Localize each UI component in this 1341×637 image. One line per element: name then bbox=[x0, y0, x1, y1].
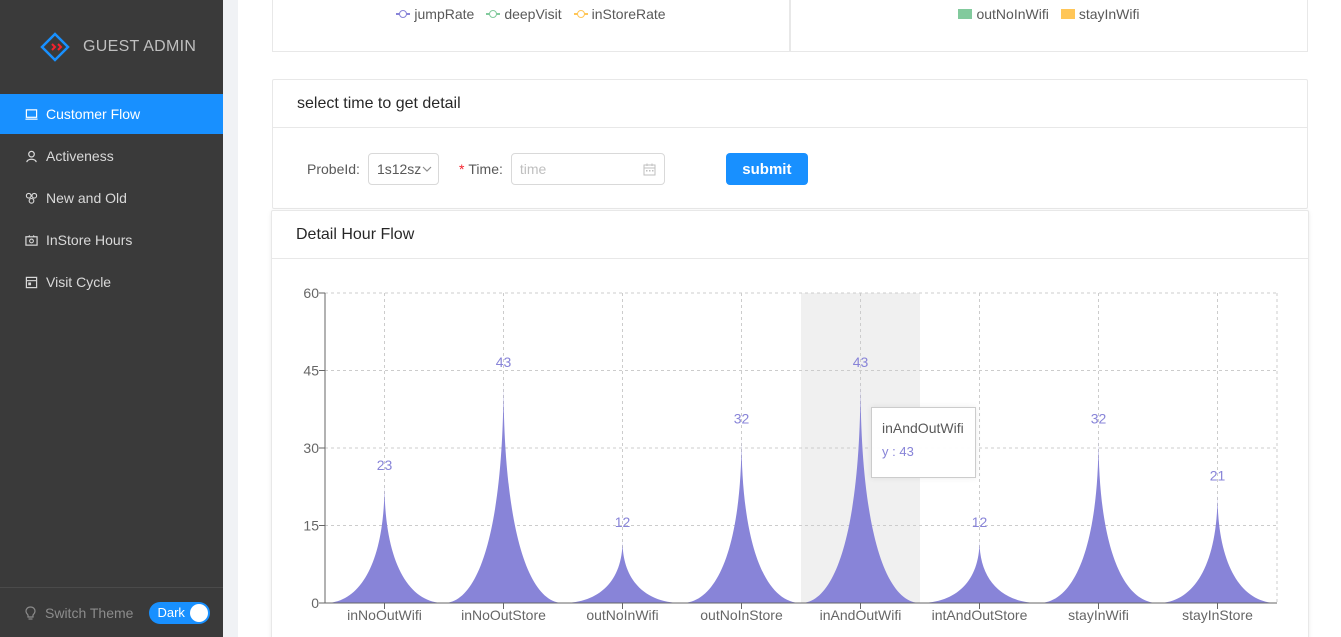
legend-label: deepVisit bbox=[504, 6, 562, 22]
logo[interactable]: GUEST ADMIN bbox=[0, 0, 223, 94]
legend-marker bbox=[573, 10, 588, 18]
sidebar-item-new-and-old[interactable]: New and Old bbox=[0, 178, 223, 218]
chevron-down-icon bbox=[422, 166, 432, 172]
logo-icon bbox=[40, 32, 70, 62]
calendar-icon bbox=[24, 275, 38, 289]
top-chart-card-right: outNoInWifi stayInWifi bbox=[790, 0, 1308, 52]
data-label: 32 bbox=[734, 411, 750, 427]
data-label: 23 bbox=[377, 457, 393, 473]
y-tick-label: 0 bbox=[311, 595, 319, 611]
sidebar-item-activeness[interactable]: Activeness bbox=[0, 136, 223, 176]
legend-item-outnoinwifi[interactable]: outNoInWifi bbox=[958, 6, 1049, 22]
user-icon bbox=[24, 149, 38, 163]
x-tick-label: inNoOutStore bbox=[461, 607, 546, 623]
x-tick-label: stayInStore bbox=[1182, 607, 1253, 623]
time-label: * Time: bbox=[458, 161, 503, 177]
x-tick-label: stayInWifi bbox=[1068, 607, 1129, 623]
chart-tooltip: inAndOutWifi y : 43 bbox=[871, 407, 976, 478]
bar-spike-outNoInWifi bbox=[563, 541, 682, 603]
y-tick-label: 60 bbox=[303, 285, 319, 301]
data-label: 43 bbox=[496, 354, 512, 370]
time-input[interactable] bbox=[519, 161, 630, 177]
x-tick-label: outNoInStore bbox=[700, 607, 783, 623]
sidebar-footer: Switch Theme Dark bbox=[0, 587, 223, 637]
x-tick-label: inAndOutWifi bbox=[820, 607, 902, 623]
sidebar-menu: Customer Flow Activeness New and Old InS… bbox=[0, 94, 223, 302]
x-tick-label: intAndOutStore bbox=[932, 607, 1028, 623]
data-label: 12 bbox=[615, 514, 631, 530]
filter-form: ProbeId: 1s12sz *Time: submit bbox=[273, 152, 1307, 186]
bar-spike-inNoOutStore bbox=[444, 380, 563, 603]
sidebar: GUEST ADMIN Customer Flow Activeness New… bbox=[0, 0, 223, 637]
legend-marker bbox=[1060, 9, 1075, 19]
legend-label: inStoreRate bbox=[591, 6, 666, 22]
x-tick-label: inNoOutWifi bbox=[347, 607, 422, 623]
top-chart-card-left: jumpRate deepVisit inStoreRate bbox=[272, 0, 790, 52]
sidebar-item-label: New and Old bbox=[46, 190, 127, 206]
y-tick-label: 15 bbox=[303, 518, 319, 534]
filter-card-title: select time to get detail bbox=[273, 80, 1307, 128]
probe-id-label: ProbeId: bbox=[307, 161, 360, 177]
legend-marker bbox=[958, 9, 973, 19]
filter-card: select time to get detail ProbeId: 1s12s… bbox=[272, 79, 1308, 209]
detail-chart-title: Detail Hour Flow bbox=[272, 211, 1308, 259]
sidebar-item-instore-hours[interactable]: InStore Hours bbox=[0, 220, 223, 260]
y-tick-label: 45 bbox=[303, 363, 319, 379]
legend-item-jumprate[interactable]: jumpRate bbox=[396, 6, 474, 22]
sidebar-item-label: InStore Hours bbox=[46, 232, 133, 248]
theme-toggle[interactable]: Dark bbox=[149, 601, 211, 624]
time-datepicker[interactable] bbox=[510, 153, 665, 185]
detail-hour-flow-chart: 23 43 12 32 43 12 32 21 0 15 30 45 60 inNoOutWifi inNo… bbox=[303, 285, 1278, 623]
sidebar-item-customer-flow[interactable]: Customer Flow bbox=[0, 94, 223, 134]
sidebar-item-label: Activeness bbox=[46, 148, 114, 164]
legend-item-stayinwifi[interactable]: stayInWifi bbox=[1060, 6, 1140, 22]
sidebar-item-label: Customer Flow bbox=[46, 106, 141, 122]
toggle-knob bbox=[190, 603, 209, 622]
calendar-icon bbox=[643, 163, 656, 175]
switch-theme-label: Switch Theme bbox=[45, 604, 134, 621]
bar-spike-intAndOutStore bbox=[920, 541, 1039, 603]
tooltip-title: inAndOutWifi bbox=[882, 420, 964, 436]
tooltip-value: y : 43 bbox=[882, 444, 914, 459]
y-tick-label: 30 bbox=[303, 440, 319, 456]
bar-spike-outNoInStore bbox=[682, 437, 801, 603]
legend-marker bbox=[486, 10, 501, 18]
sidebar-item-visit-cycle[interactable]: Visit Cycle bbox=[0, 262, 223, 302]
sidebar-item-label: Visit Cycle bbox=[46, 274, 112, 290]
probe-id-select[interactable]: 1s12sz bbox=[367, 153, 439, 185]
submit-button[interactable]: submit bbox=[725, 153, 808, 185]
legend-marker bbox=[396, 10, 411, 18]
laptop-icon bbox=[24, 107, 38, 121]
bar-spike-inNoOutWifi bbox=[325, 484, 444, 603]
app-title: GUEST ADMIN bbox=[83, 38, 197, 55]
x-tick-label: outNoInWifi bbox=[586, 607, 658, 623]
bar-spike-stayInWifi bbox=[1039, 437, 1158, 603]
bar-spike-stayInStore bbox=[1158, 494, 1277, 603]
legend-label: outNoInWifi bbox=[976, 6, 1049, 22]
data-label: 32 bbox=[1091, 411, 1107, 427]
legend-item-deepvisit[interactable]: deepVisit bbox=[486, 6, 562, 22]
team-icon bbox=[24, 191, 38, 205]
data-label: 43 bbox=[853, 354, 869, 370]
theme-toggle-label: Dark bbox=[157, 605, 185, 620]
data-label: 21 bbox=[1210, 468, 1226, 484]
legend-label: stayInWifi bbox=[1078, 6, 1140, 22]
data-label: 12 bbox=[972, 514, 988, 530]
legend-label: jumpRate bbox=[414, 6, 475, 22]
legend-item-instorerate[interactable]: inStoreRate bbox=[573, 6, 666, 22]
bulb-icon bbox=[24, 605, 37, 620]
probe-id-value: 1s12sz bbox=[376, 161, 422, 177]
camera-icon bbox=[24, 233, 38, 247]
